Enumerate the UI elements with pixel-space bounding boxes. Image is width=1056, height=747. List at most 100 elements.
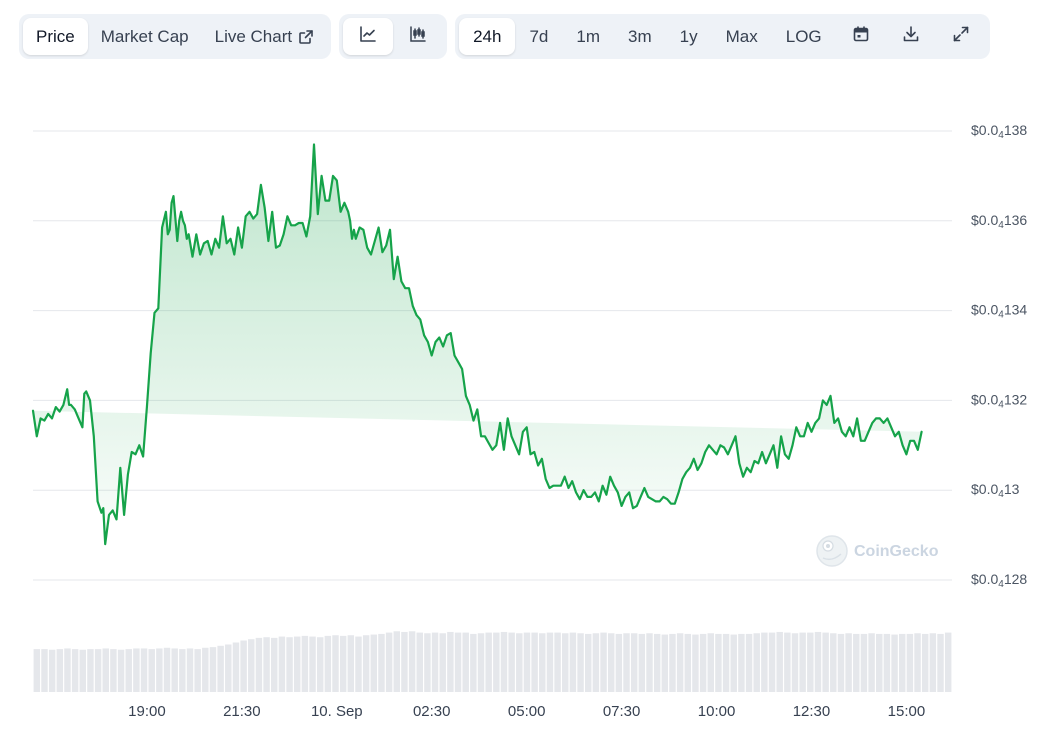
volume-bar xyxy=(845,633,852,692)
volume-bar xyxy=(163,647,171,692)
volume-bar xyxy=(355,636,362,692)
y-tick-label: $0.04128 xyxy=(971,571,1027,590)
volume-bar xyxy=(370,634,378,692)
volume-bar xyxy=(293,636,301,692)
x-tick-label: 21:30 xyxy=(223,703,261,720)
volume-bar xyxy=(347,635,355,692)
volume-bar xyxy=(454,632,462,692)
watermark-text: CoinGecko xyxy=(854,543,939,560)
volume-bar xyxy=(71,649,79,692)
volume-bar xyxy=(140,648,148,692)
volume-bar xyxy=(761,632,768,692)
volume-bar xyxy=(301,635,309,692)
volume-bar xyxy=(148,649,155,692)
volume-bar xyxy=(592,633,600,692)
x-tick-label: 15:00 xyxy=(888,703,926,720)
volume-bar xyxy=(48,649,56,692)
y-tick-prefix: $0.0 xyxy=(971,481,998,497)
volume-bar xyxy=(715,633,722,692)
volume-bar xyxy=(94,649,102,692)
price-chart[interactable]: CoinGecko $0.04138 $0.04136 $0.04134 $0.041… xyxy=(0,0,1056,747)
x-tick-label: 05:00 xyxy=(508,703,546,720)
volume-bar xyxy=(531,632,538,692)
volume-bar xyxy=(707,633,714,692)
y-tick-label: $0.04132 xyxy=(971,391,1027,410)
volume-bar xyxy=(822,632,829,692)
volume-bar xyxy=(562,633,569,692)
x-tick-label: 12:30 xyxy=(793,703,831,720)
volume-bar xyxy=(868,633,875,692)
y-tick-label: $0.04138 xyxy=(971,122,1027,141)
volume-bar xyxy=(41,649,48,692)
y-tick-prefix: $0.0 xyxy=(971,301,998,317)
volume-bar xyxy=(661,634,669,692)
volume-bar xyxy=(493,632,500,692)
volume-bar xyxy=(56,649,64,692)
volume-bar xyxy=(33,649,41,692)
volume-bar xyxy=(385,632,393,692)
x-tick-label: 02:30 xyxy=(413,703,451,720)
volume-bar xyxy=(401,631,408,692)
volume-bar xyxy=(814,631,822,692)
x-tick-label: 19:00 xyxy=(128,703,166,720)
volume-bar xyxy=(87,649,94,692)
volume-bar xyxy=(217,645,224,692)
volume-bar xyxy=(600,632,607,692)
volume-bar xyxy=(393,631,400,692)
volume-bar xyxy=(753,633,760,692)
y-tick-prefix: $0.0 xyxy=(971,571,998,587)
volume-bar xyxy=(554,632,561,692)
volume-bar xyxy=(202,647,209,692)
coingecko-logo-icon xyxy=(816,535,848,567)
volume-bar xyxy=(699,633,707,692)
volume-bar xyxy=(791,633,799,692)
volume-bar xyxy=(316,637,324,692)
volume-bar xyxy=(585,633,592,692)
y-tick-digits: 128 xyxy=(1004,571,1028,587)
volume-bar xyxy=(944,632,952,692)
volume-bar xyxy=(937,633,944,692)
volume-bar xyxy=(477,633,485,692)
volume-bar xyxy=(125,649,132,692)
volume-bar xyxy=(653,633,661,692)
x-tick-label: 10. Sep xyxy=(311,703,363,720)
volume-bar xyxy=(286,637,293,692)
y-tick-prefix: $0.0 xyxy=(971,391,998,407)
volume-bar xyxy=(607,633,615,692)
volume-bar xyxy=(156,648,163,692)
volume-bar xyxy=(209,647,217,692)
volume-bar xyxy=(837,633,845,692)
y-axis-labels: $0.04138$0.04136$0.04134$0.04132$0.0413$… xyxy=(971,122,1027,590)
volume-bar xyxy=(408,631,416,692)
x-tick-label: 10:00 xyxy=(698,703,736,720)
volume-bar xyxy=(523,632,531,692)
y-tick-digits: 13 xyxy=(1004,481,1020,497)
volume-bar xyxy=(64,648,71,692)
volume-bar xyxy=(784,632,791,692)
volume-bar xyxy=(876,633,883,692)
volume-bar xyxy=(240,640,247,692)
y-tick-digits: 136 xyxy=(1004,212,1028,228)
volume-bar xyxy=(539,633,546,692)
volume-bar xyxy=(447,631,454,692)
volume-bar xyxy=(546,632,554,692)
volume-bar xyxy=(768,632,776,692)
volume-bar xyxy=(110,649,117,692)
volume-bar xyxy=(516,633,523,692)
volume-bar xyxy=(898,633,906,692)
y-tick-prefix: $0.0 xyxy=(971,212,998,228)
volume-bar xyxy=(830,633,837,692)
volume-bar xyxy=(324,635,332,692)
volume-bar xyxy=(676,633,684,692)
volume-bar xyxy=(776,631,783,692)
coingecko-watermark: CoinGecko xyxy=(816,535,939,567)
volume-bar xyxy=(921,633,929,692)
volume-bar xyxy=(929,633,937,692)
volume-bar xyxy=(232,642,240,692)
volume-bar xyxy=(669,633,676,692)
volume-bar xyxy=(883,633,891,692)
volume-bar xyxy=(807,632,814,692)
volume-bar xyxy=(462,632,469,692)
volume-bar xyxy=(263,637,270,692)
volume-bar xyxy=(194,649,201,692)
